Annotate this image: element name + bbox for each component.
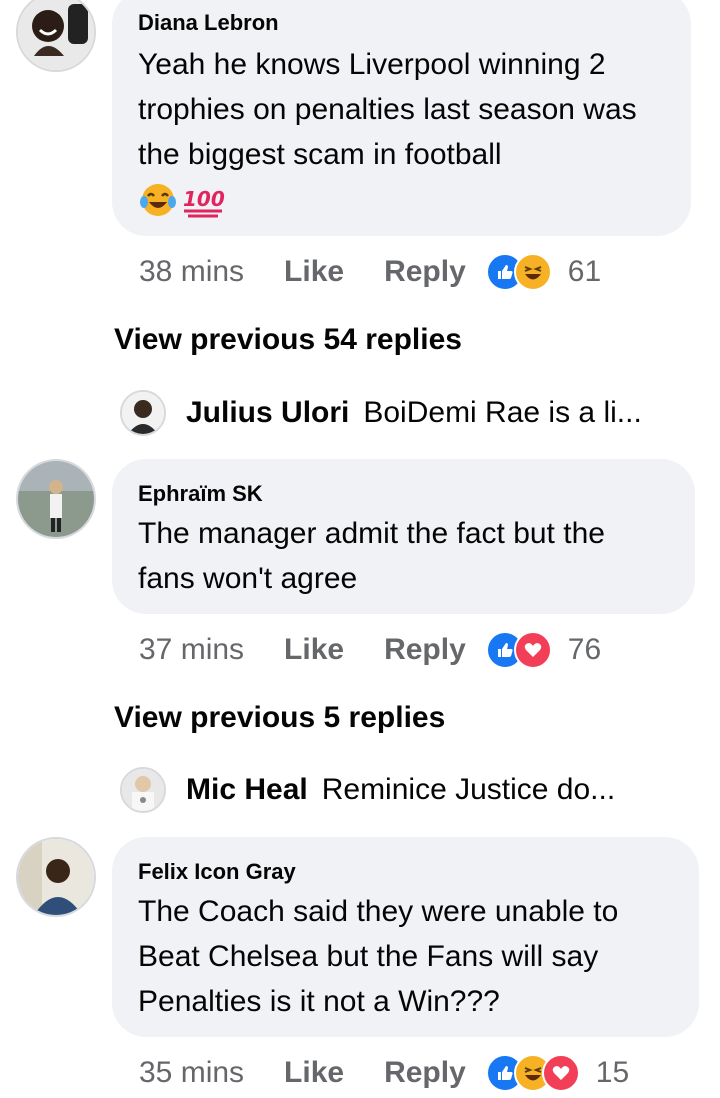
avatar[interactable] [16, 459, 96, 539]
comment-author[interactable]: Diana Lebron [138, 8, 665, 38]
reply-button[interactable]: Reply [384, 1056, 466, 1090]
haha-reaction-icon [513, 253, 552, 291]
comment-time[interactable]: 37 mins [139, 633, 244, 667]
hundred-points-icon: 100 [180, 180, 228, 220]
reply-preview[interactable]: Mic Heal Reminice Justice do... [120, 765, 615, 815]
reaction-summary[interactable] [485, 631, 552, 669]
reply-author[interactable]: Julius Ulori [186, 396, 349, 430]
comment-meta: 35 mins Like Reply 15 [139, 1053, 629, 1093]
reaction-count[interactable]: 76 [568, 633, 601, 667]
avatar[interactable] [120, 767, 166, 813]
comment-bubble: Felix Icon Gray The Coach said they were… [112, 837, 699, 1037]
comment-bubble: Diana Lebron Yeah he knows Liverpool win… [112, 0, 691, 236]
view-previous-replies[interactable]: View previous 54 replies [114, 320, 462, 360]
reply-button[interactable]: Reply [384, 633, 466, 667]
love-reaction-icon [513, 631, 552, 669]
svg-text:100: 100 [183, 187, 225, 211]
like-button[interactable]: Like [284, 633, 344, 667]
love-reaction-icon [541, 1054, 580, 1092]
view-previous-replies[interactable]: View previous 5 replies [114, 698, 445, 738]
avatar[interactable] [16, 837, 96, 917]
comment-meta: 37 mins Like Reply 76 [139, 630, 601, 670]
reply-preview[interactable]: Julius Ulori BoiDemi Rae is a li... [120, 388, 642, 438]
comment-author[interactable]: Felix Icon Gray [138, 857, 673, 887]
reply-snippet[interactable]: BoiDemi Rae is a li... [363, 396, 641, 430]
comment-time[interactable]: 38 mins [139, 255, 244, 289]
avatar[interactable] [16, 0, 96, 72]
reply-snippet[interactable]: Reminice Justice do... [322, 773, 615, 807]
like-button[interactable]: Like [284, 1056, 344, 1090]
comment-time[interactable]: 35 mins [139, 1056, 244, 1090]
emoji-line: 100 [138, 177, 665, 222]
comment-text: The manager admit the fact but the fans … [138, 517, 614, 595]
reply-button[interactable]: Reply [384, 255, 466, 289]
reaction-count[interactable]: 15 [596, 1056, 629, 1090]
like-button[interactable]: Like [284, 255, 344, 289]
comment-text: The Coach said they were unable to Beat … [138, 895, 627, 1018]
comment-text: Yeah he knows Liverpool winning 2 trophi… [138, 48, 645, 171]
reply-author[interactable]: Mic Heal [186, 773, 308, 807]
comment-bubble: Ephraïm SK The manager admit the fact bu… [112, 459, 695, 614]
avatar[interactable] [120, 390, 166, 436]
reaction-summary[interactable] [485, 1054, 580, 1092]
comment-meta: 38 mins Like Reply 61 [139, 252, 601, 292]
laughing-tears-emoji-icon [138, 180, 178, 220]
comment-author[interactable]: Ephraïm SK [138, 479, 669, 509]
reaction-summary[interactable] [485, 253, 552, 291]
reaction-count[interactable]: 61 [568, 255, 601, 289]
